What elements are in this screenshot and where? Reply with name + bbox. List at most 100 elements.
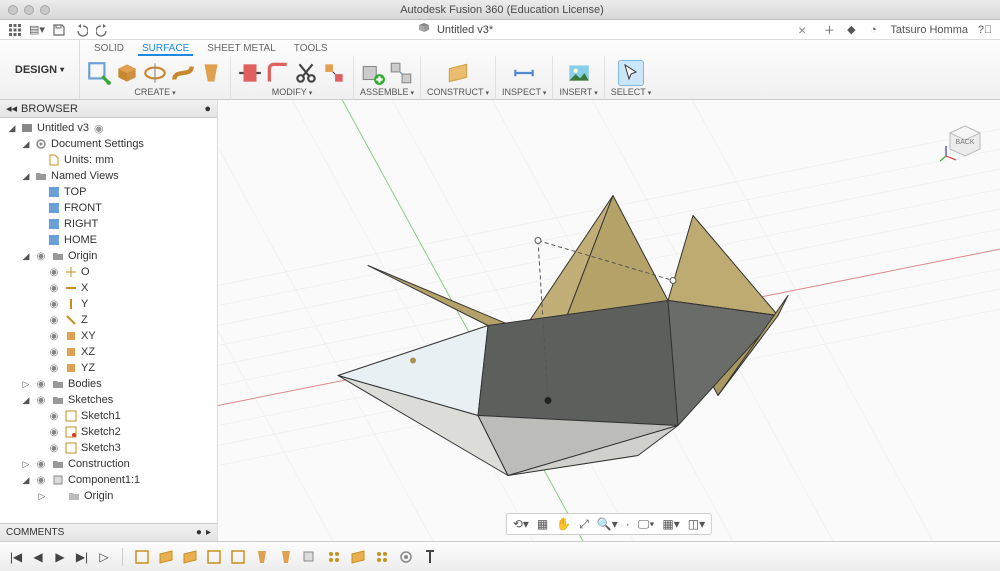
- tree-construction[interactable]: ▷◉Construction: [0, 456, 217, 472]
- tree-view-front[interactable]: FRONT: [0, 200, 217, 216]
- construct-plane-icon[interactable]: [445, 60, 471, 86]
- ribbon-label-modify[interactable]: MODIFY: [272, 87, 312, 97]
- document-tab-title[interactable]: Untitled v3*: [437, 24, 493, 36]
- undo-icon[interactable]: [72, 22, 90, 38]
- trim-icon[interactable]: [293, 60, 319, 86]
- browser-header[interactable]: ◂◂ BROWSER ●: [0, 100, 217, 118]
- press-pull-icon[interactable]: [237, 60, 263, 86]
- timeline-feature-plane[interactable]: [181, 548, 199, 566]
- tree-doc-settings[interactable]: ◢Document Settings: [0, 136, 217, 152]
- timeline-back-icon[interactable]: ◀: [30, 549, 46, 565]
- ribbon-label-insert[interactable]: INSERT: [559, 87, 597, 97]
- comments-expand-icon[interactable]: ▸: [206, 527, 211, 538]
- timeline-feature-sketch[interactable]: [133, 548, 151, 566]
- extrude-icon[interactable]: [114, 60, 140, 86]
- user-name[interactable]: Tatsuro Homma: [886, 24, 972, 36]
- tree-origin[interactable]: ◢◉Origin: [0, 248, 217, 264]
- tree-origin-o[interactable]: ◉O: [0, 264, 217, 280]
- viewport-layout-icon[interactable]: ◫▾: [688, 517, 705, 531]
- new-sketch-icon[interactable]: [86, 60, 112, 86]
- timeline-feature-settings[interactable]: [397, 548, 415, 566]
- viewcube[interactable]: BACK: [940, 108, 990, 168]
- tree-sketches[interactable]: ◢◉Sketches: [0, 392, 217, 408]
- new-component-icon[interactable]: [360, 60, 386, 86]
- tree-component[interactable]: ◢◉Component1:1: [0, 472, 217, 488]
- browser-settings-icon[interactable]: ●: [204, 103, 211, 115]
- new-design-icon[interactable]: ＋: [820, 22, 838, 38]
- timeline-end-icon[interactable]: ▶|: [74, 549, 90, 565]
- tab-sheet-metal[interactable]: SHEET METAL: [203, 42, 280, 56]
- revolve-icon[interactable]: [142, 60, 168, 86]
- look-at-icon[interactable]: ▦: [537, 517, 548, 531]
- app-grid-icon[interactable]: [6, 22, 24, 38]
- tree-origin-x[interactable]: ◉X: [0, 280, 217, 296]
- timeline-feature-loft[interactable]: [253, 548, 271, 566]
- comments-settings-icon[interactable]: ●: [196, 527, 202, 538]
- timeline-feature-loft[interactable]: [277, 548, 295, 566]
- ribbon-label-select[interactable]: SELECT: [611, 87, 651, 97]
- timeline-feature-sketch[interactable]: [205, 548, 223, 566]
- traffic-minimize[interactable]: [24, 5, 34, 15]
- traffic-close[interactable]: [8, 5, 18, 15]
- tree-units[interactable]: Units: mm: [0, 152, 217, 168]
- timeline-forward-icon[interactable]: ▶: [52, 549, 68, 565]
- tree-origin-yz[interactable]: ◉YZ: [0, 360, 217, 376]
- timeline-feature-sketch[interactable]: [229, 548, 247, 566]
- timeline-marker[interactable]: [421, 548, 439, 566]
- timeline-feature-plane[interactable]: [157, 548, 175, 566]
- ribbon-label-assemble[interactable]: ASSEMBLE: [360, 87, 414, 97]
- workspace-switcher[interactable]: DESIGN: [0, 40, 80, 99]
- help-icon[interactable]: ?⃝: [976, 22, 994, 38]
- tree-view-home[interactable]: HOME: [0, 232, 217, 248]
- timeline-start-icon[interactable]: |◀: [8, 549, 24, 565]
- timeline-feature-plane[interactable]: [349, 548, 367, 566]
- timeline-play-icon[interactable]: ▷: [96, 549, 112, 565]
- traffic-zoom[interactable]: [40, 5, 50, 15]
- timeline-feature-component[interactable]: [301, 548, 319, 566]
- align-icon[interactable]: [321, 60, 347, 86]
- display-settings-icon[interactable]: 🖵▾: [638, 517, 655, 532]
- timeline-feature-pattern[interactable]: [325, 548, 343, 566]
- zoom-window-icon[interactable]: 🔍▾: [597, 517, 618, 531]
- ribbon-label-inspect[interactable]: INSPECT: [502, 87, 546, 97]
- tree-comp-origin[interactable]: ▷Origin: [0, 488, 217, 504]
- tab-surface[interactable]: SURFACE: [138, 42, 193, 56]
- tab-solid[interactable]: SOLID: [90, 42, 128, 56]
- fillet-icon[interactable]: [265, 60, 291, 86]
- zoom-icon[interactable]: ⤢: [579, 517, 589, 532]
- viewport-canvas[interactable]: BACK ⟲▾ ▦ ✋ ⤢ 🔍▾ · 🖵▾ ▦▾ ◫▾: [218, 100, 1000, 541]
- tree-sketch3[interactable]: ◉Sketch3: [0, 440, 217, 456]
- job-status-icon[interactable]: ◔: [864, 22, 882, 38]
- joint-icon[interactable]: [388, 60, 414, 86]
- file-menu-icon[interactable]: ▤▾: [28, 22, 46, 38]
- tree-origin-xy[interactable]: ◉XY: [0, 328, 217, 344]
- select-tool-icon[interactable]: [618, 60, 644, 86]
- browser-tree[interactable]: ◢Untitled v3◉ ◢Document Settings Units: …: [0, 118, 217, 523]
- orbit-icon[interactable]: ⟲▾: [513, 517, 529, 531]
- sweep-icon[interactable]: [170, 60, 196, 86]
- tree-named-views[interactable]: ◢Named Views: [0, 168, 217, 184]
- tree-root[interactable]: ◢Untitled v3◉: [0, 120, 217, 136]
- grid-settings-icon[interactable]: ▦▾: [662, 517, 679, 531]
- extensions-icon[interactable]: ◆: [842, 22, 860, 38]
- save-icon[interactable]: [50, 22, 68, 38]
- tree-origin-y[interactable]: ◉Y: [0, 296, 217, 312]
- ribbon-label-construct[interactable]: CONSTRUCT: [427, 87, 489, 97]
- tree-sketch2[interactable]: ◉Sketch2: [0, 424, 217, 440]
- loft-icon[interactable]: [198, 60, 224, 86]
- measure-icon[interactable]: [511, 60, 537, 86]
- browser-collapse-icon[interactable]: ◂◂: [6, 102, 17, 115]
- tree-bodies[interactable]: ▷◉Bodies: [0, 376, 217, 392]
- model-view[interactable]: [218, 100, 1000, 541]
- insert-decal-icon[interactable]: [566, 60, 592, 86]
- tab-tools[interactable]: TOOLS: [290, 42, 332, 56]
- timeline-feature-pattern[interactable]: [373, 548, 391, 566]
- tree-view-right[interactable]: RIGHT: [0, 216, 217, 232]
- tree-origin-z[interactable]: ◉Z: [0, 312, 217, 328]
- redo-icon[interactable]: [94, 22, 112, 38]
- comments-panel[interactable]: COMMENTS ● ▸: [0, 523, 217, 541]
- tab-close-icon[interactable]: ×: [798, 22, 816, 38]
- tree-view-top[interactable]: TOP: [0, 184, 217, 200]
- ribbon-label-create[interactable]: CREATE: [134, 87, 175, 97]
- pan-icon[interactable]: ✋: [556, 517, 571, 531]
